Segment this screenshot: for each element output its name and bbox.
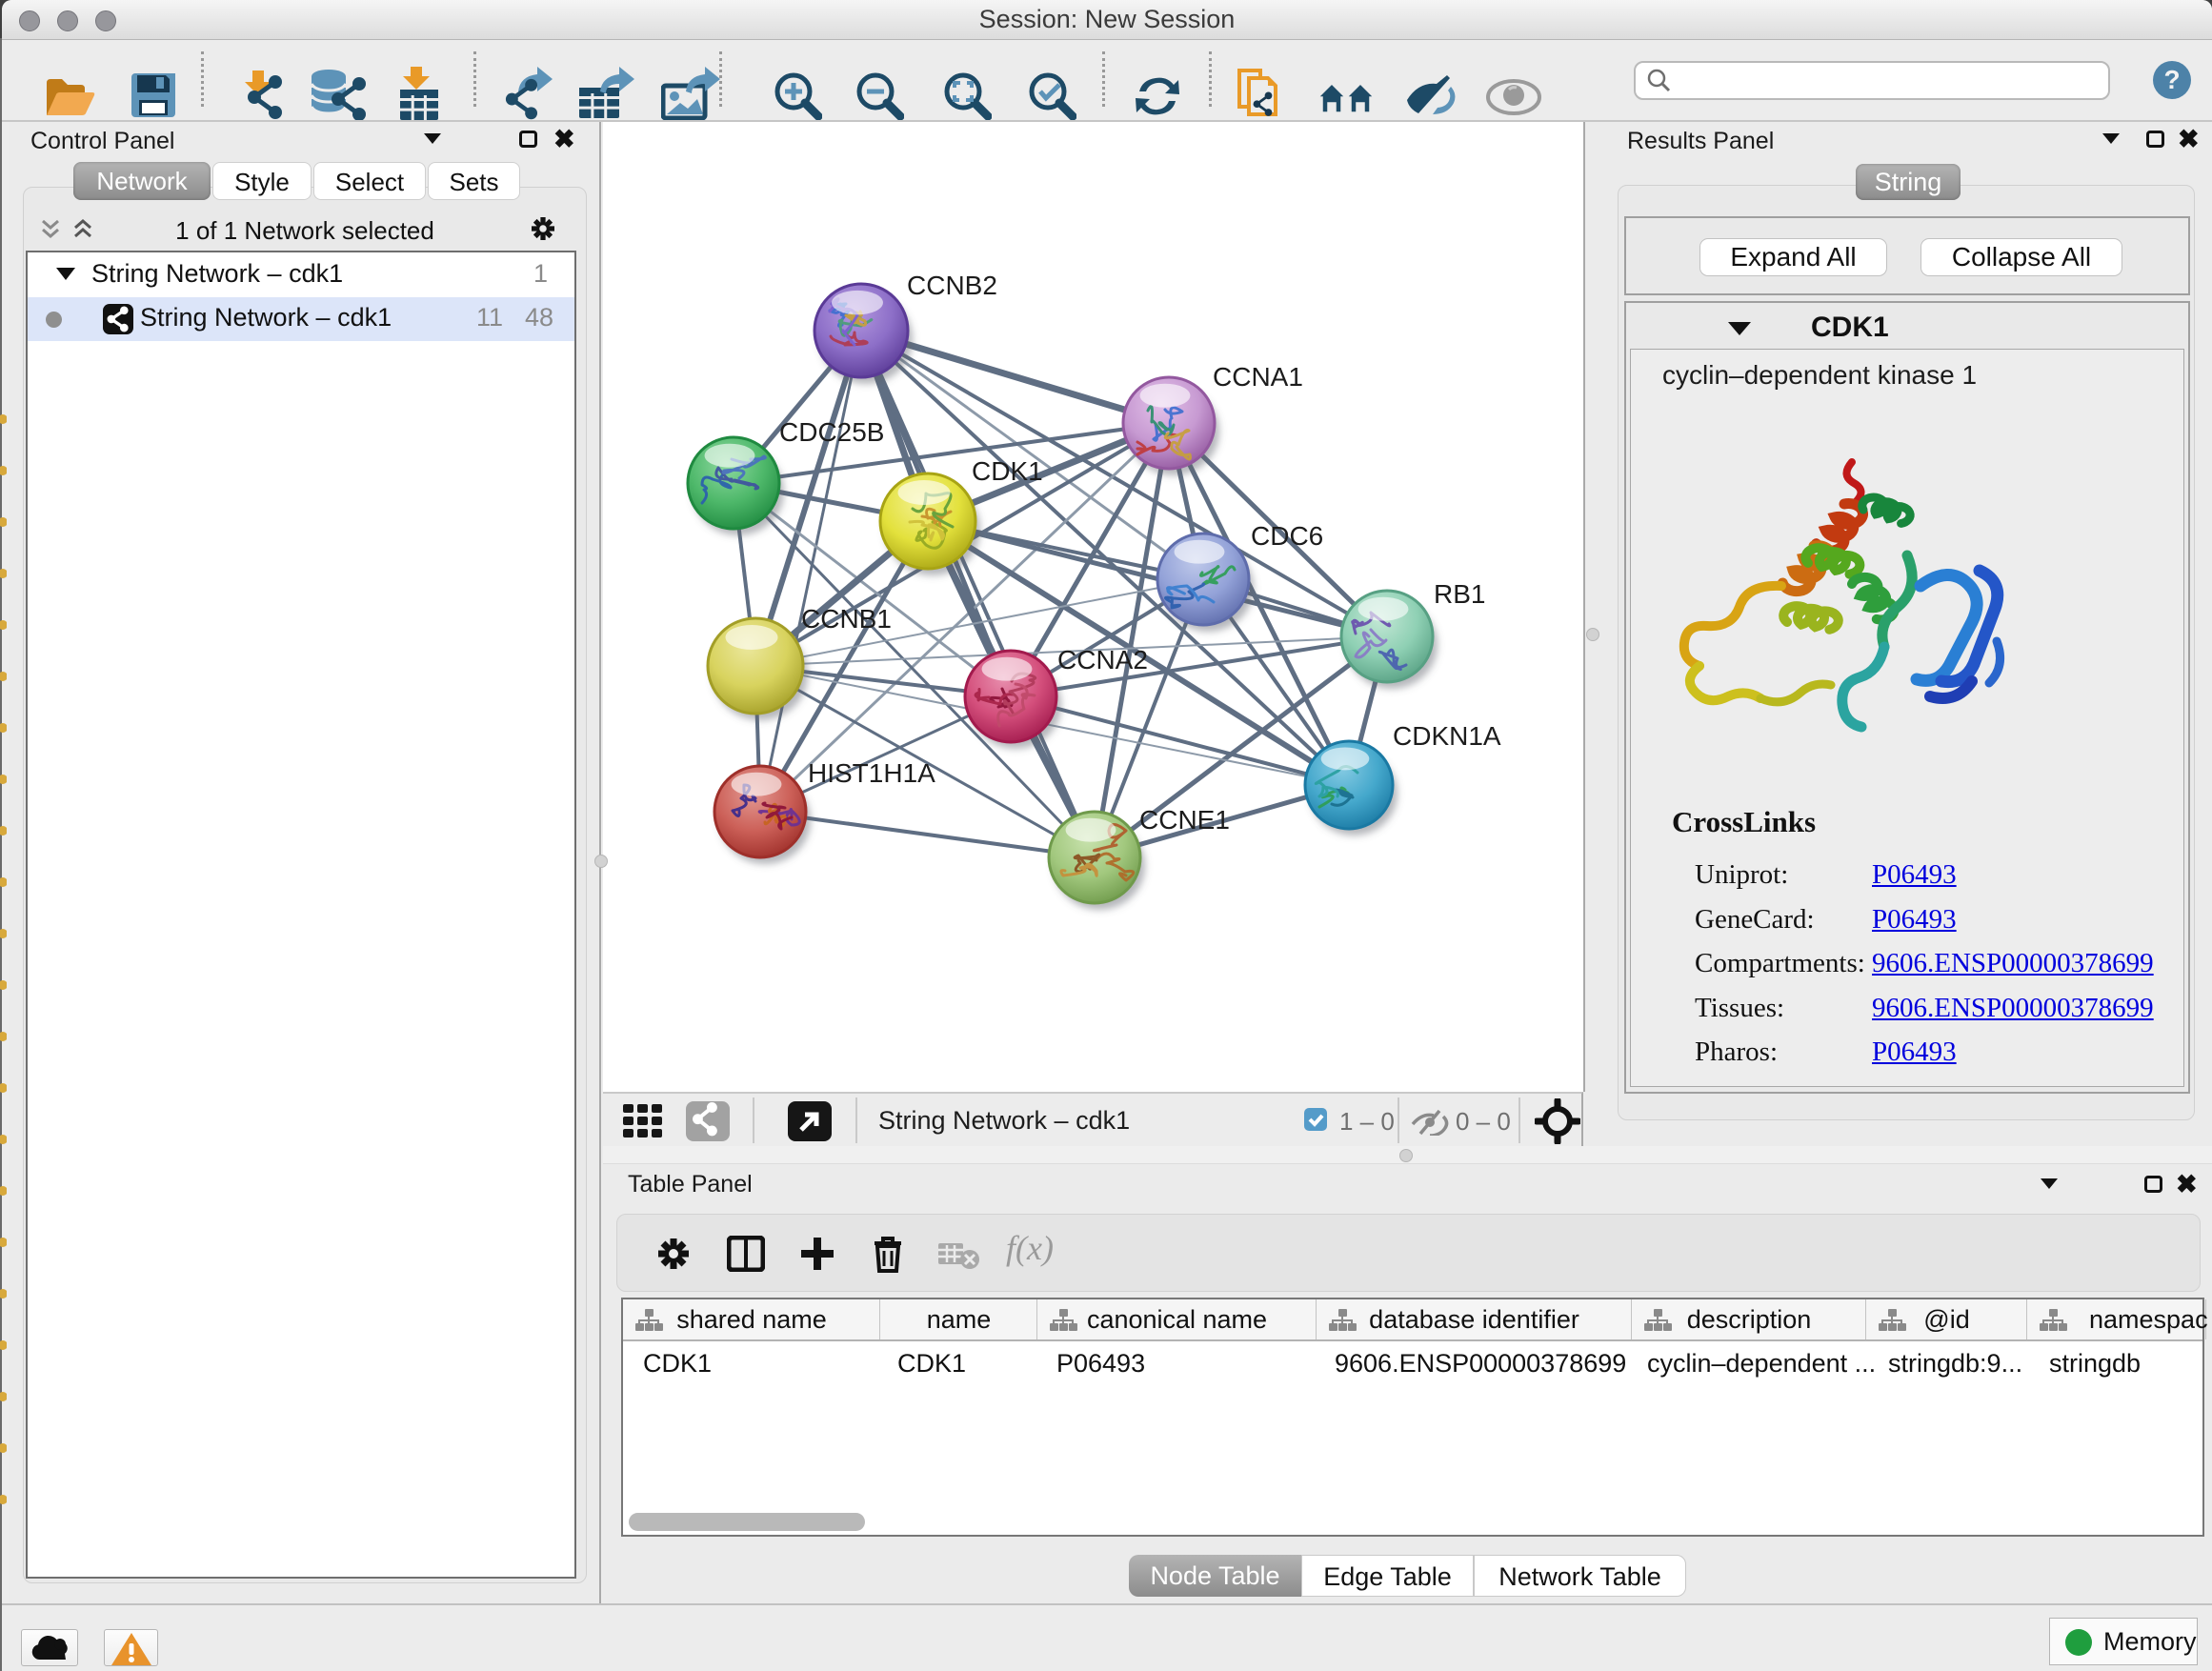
svg-text:CCNA2: CCNA2 (1057, 645, 1148, 674)
svg-text:CCNB2: CCNB2 (907, 271, 997, 300)
svg-text:CCNB1: CCNB1 (801, 604, 892, 634)
svg-text:CDC25B: CDC25B (779, 417, 884, 447)
svg-text:HIST1H1A: HIST1H1A (808, 758, 935, 788)
svg-text:CDC6: CDC6 (1251, 521, 1323, 551)
svg-text:CDKN1A: CDKN1A (1393, 721, 1501, 751)
svg-text:CCNE1: CCNE1 (1139, 805, 1230, 835)
svg-text:CCNA1: CCNA1 (1213, 362, 1303, 392)
svg-text:RB1: RB1 (1434, 579, 1485, 609)
svg-text:CDK1: CDK1 (972, 456, 1043, 486)
svg-text:?: ? (2163, 65, 2180, 94)
